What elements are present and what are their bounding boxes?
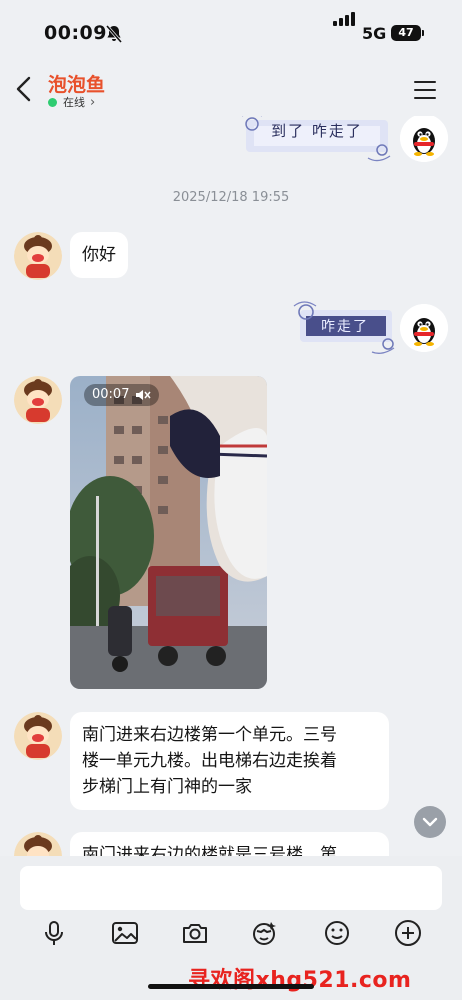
contact-avatar[interactable] <box>14 832 62 856</box>
qq-penguin-icon <box>400 116 448 162</box>
video-message[interactable]: 00:07 <box>70 376 267 689</box>
video-duration-badge: 00:07 <box>84 384 160 406</box>
message-bubble[interactable]: 南门进来右边楼第一个单元。三号 楼一单元九楼。出电梯右边走挨着 步梯门上有门神的… <box>70 712 389 810</box>
my-avatar[interactable] <box>400 116 448 162</box>
contact-avatar[interactable] <box>14 232 62 280</box>
message-timestamp: 2025/12/18 19:55 <box>172 190 290 205</box>
bell-muted-icon <box>105 25 123 43</box>
presence-status[interactable]: 在线 › <box>48 94 95 110</box>
image-icon[interactable] <box>111 919 139 947</box>
sticker-text: 到了 咋走了 <box>271 122 363 140</box>
video-duration: 00:07 <box>92 387 130 402</box>
chevron-down-icon <box>422 817 438 827</box>
status-time: 00:09 <box>44 22 107 44</box>
sticker-text: 咋走了 <box>321 319 369 335</box>
video-thumbnail <box>70 376 267 689</box>
speaker-muted-icon <box>136 390 152 400</box>
contact-name[interactable]: 泡泡鱼 <box>48 70 105 97</box>
contact-avatar[interactable] <box>14 376 62 424</box>
cartoon-avatar-icon <box>14 232 62 280</box>
emoji-icon[interactable] <box>323 919 351 947</box>
microphone-icon[interactable] <box>40 919 68 947</box>
contact-avatar[interactable] <box>14 712 62 760</box>
message-text: 你好 <box>82 245 116 265</box>
message-text-line: 楼一单元九楼。出电梯右边走挨着 <box>82 751 337 771</box>
message-input[interactable] <box>20 866 442 910</box>
sent-sticker[interactable]: 咋走了 <box>292 294 398 356</box>
chevron-right-icon: › <box>90 94 96 110</box>
input-panel: 寻欢阁xhg521.com <box>0 856 462 1000</box>
camera-icon[interactable] <box>181 919 209 947</box>
cartoon-avatar-icon <box>14 712 62 760</box>
message-text-line: 步梯门上有门神的一家 <box>82 777 252 797</box>
cartoon-avatar-icon <box>14 832 62 856</box>
menu-icon[interactable] <box>414 81 436 99</box>
plus-icon[interactable] <box>394 919 422 947</box>
message-text-line: 南门进来右边楼第一个单元。三号 <box>82 725 337 745</box>
presence-label: 在线 <box>63 96 85 109</box>
online-dot-icon <box>48 97 57 107</box>
chat-header: 泡泡鱼 在线 › <box>0 64 462 116</box>
message-text-line: 南门进来右边的楼就是三号楼，第 <box>82 845 337 856</box>
back-arrow-icon[interactable] <box>12 75 36 103</box>
sent-sticker[interactable]: 到了 咋走了 <box>238 116 396 164</box>
magic-emoji-icon[interactable] <box>251 919 279 947</box>
scroll-to-bottom-button[interactable] <box>414 806 446 838</box>
cartoon-avatar-icon <box>14 376 62 424</box>
home-indicator <box>148 984 314 989</box>
qq-penguin-icon <box>400 304 448 352</box>
battery-icon: 47 <box>391 25 424 41</box>
message-bubble[interactable]: 你好 <box>70 232 128 278</box>
message-list[interactable]: 到了 咋走了 2025/12/18 19:55 你好 咋走了 00:07 南门进… <box>0 116 462 856</box>
watermark: 寻欢阁xhg521.com <box>188 968 412 993</box>
status-bar: 00:09 5G 47 <box>0 0 462 64</box>
my-avatar[interactable] <box>400 304 448 352</box>
message-bubble[interactable]: 南门进来右边的楼就是三号楼，第 <box>70 832 389 856</box>
network-type: 5G <box>362 24 387 43</box>
